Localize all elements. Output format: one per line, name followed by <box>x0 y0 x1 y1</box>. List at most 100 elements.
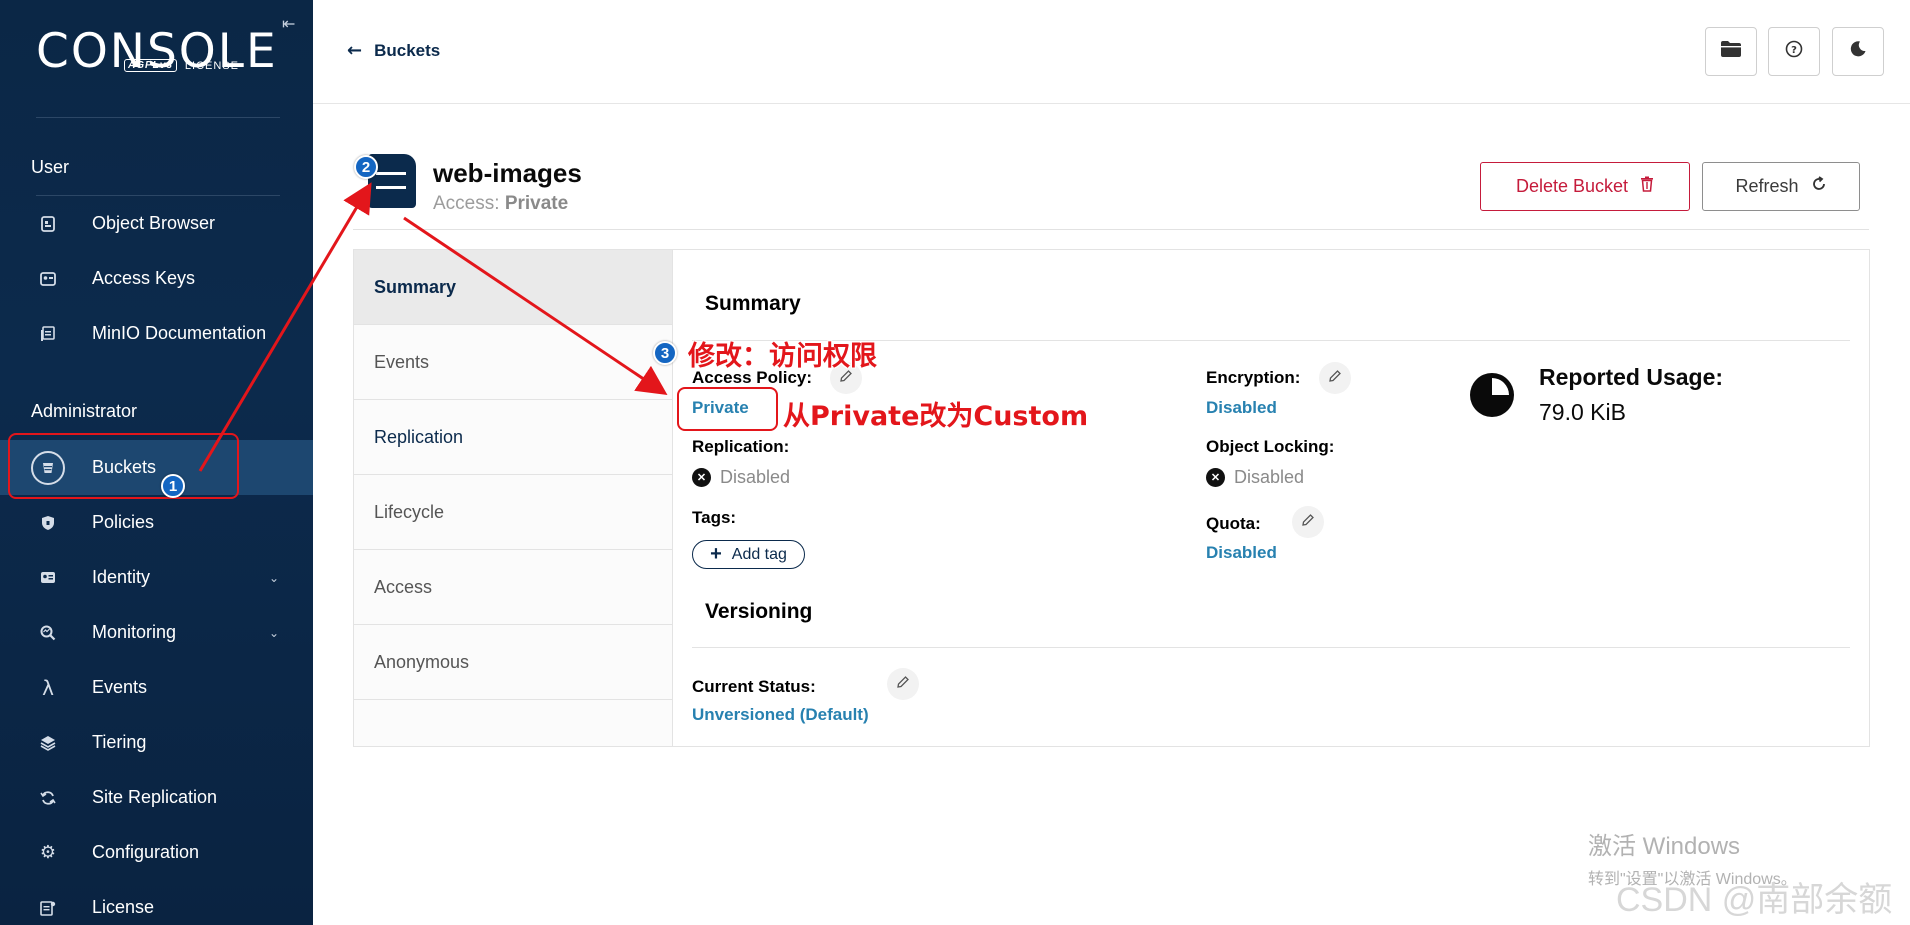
quota-label: Quota: <box>1206 514 1261 533</box>
dark-mode-button[interactable] <box>1832 27 1884 76</box>
pencil-icon <box>1328 369 1342 388</box>
annotation-note-modify: 修改：访问权限 <box>688 341 877 372</box>
gear-icon: ⚙ <box>39 842 57 863</box>
pencil-icon <box>896 675 910 694</box>
agpl-badge: AGPLv3 <box>124 59 177 72</box>
refresh-icon <box>1811 176 1827 197</box>
shield-icon <box>31 506 65 540</box>
bucket-access-value: Private <box>504 193 569 214</box>
sidebar-item-monitoring[interactable]: Monitoring ⌄ <box>0 605 313 660</box>
sidebar-item-label: Configuration <box>92 842 200 862</box>
close-circle-icon: ✕ <box>1206 468 1225 487</box>
edit-encryption-button[interactable] <box>1319 362 1351 394</box>
annotation-box-buckets <box>8 433 239 499</box>
reported-usage-value: 79.0 KiB <box>1539 399 1626 425</box>
refresh-button[interactable]: Refresh <box>1702 162 1860 211</box>
documentation-icon <box>31 317 65 351</box>
tab-replication[interactable]: Replication <box>354 400 672 475</box>
replication-value: Disabled <box>720 467 791 487</box>
monitoring-icon <box>31 616 65 650</box>
summary-heading: Summary <box>705 292 801 315</box>
add-tag-button[interactable]: + Add tag <box>692 540 805 569</box>
annotation-box-private <box>677 387 778 431</box>
section-user: User <box>31 157 70 177</box>
sidebar-item-license[interactable]: License <box>0 880 313 925</box>
pencil-icon <box>1301 513 1315 532</box>
folder-button[interactable] <box>1705 27 1757 76</box>
tab-anonymous[interactable]: Anonymous <box>354 625 672 700</box>
top-bar: ← Buckets ? <box>313 0 1910 104</box>
tags-label: Tags: <box>692 508 737 527</box>
bucket-name: web-images <box>433 158 582 188</box>
object-browser-icon <box>31 207 65 241</box>
arrow-left-icon: ← <box>347 40 363 61</box>
object-locking-label: Object Locking: <box>1206 437 1335 456</box>
collapse-left-icon[interactable]: ⇤ <box>282 14 295 34</box>
back-label: Buckets <box>374 40 441 60</box>
help-button[interactable]: ? <box>1768 27 1820 76</box>
tab-access[interactable]: Access <box>354 550 672 625</box>
close-circle-icon: ✕ <box>692 468 711 487</box>
sidebar-item-documentation[interactable]: MinIO Documentation <box>0 306 313 361</box>
versioning-status-value[interactable]: Unversioned (Default) <box>692 705 869 725</box>
bucket-access-label: Access: <box>433 193 500 214</box>
plus-icon: + <box>710 543 722 565</box>
quota-value[interactable]: Disabled <box>1206 543 1277 563</box>
object-locking-status: ✕ Disabled <box>1206 467 1304 488</box>
chevron-down-icon[interactable]: ⌄ <box>269 626 279 640</box>
sidebar-item-events[interactable]: λ Events <box>0 660 313 715</box>
help-icon: ? <box>1785 40 1803 63</box>
csdn-watermark: CSDN @南部余额 <box>1616 881 1893 919</box>
edit-quota-button[interactable] <box>1292 506 1324 538</box>
tab-lifecycle[interactable]: Lifecycle <box>354 475 672 550</box>
sidebar-item-site-replication[interactable]: Site Replication <box>0 770 313 825</box>
watermark-line1: 激活 Windows <box>1588 833 1741 860</box>
back-to-buckets-link[interactable]: ← Buckets <box>347 40 440 61</box>
access-keys-icon <box>31 262 65 296</box>
versioning-heading: Versioning <box>705 600 813 623</box>
tab-events[interactable]: Events <box>354 325 672 400</box>
identity-icon <box>31 561 65 595</box>
sidebar-item-label: Identity <box>92 567 151 587</box>
usage-pie-icon <box>1469 372 1515 423</box>
annotation-badge-2: 2 <box>354 155 378 179</box>
tiering-icon <box>31 726 65 760</box>
sidebar-item-label: Monitoring <box>92 622 177 642</box>
edit-versioning-button[interactable] <box>887 668 919 700</box>
object-locking-value: Disabled <box>1234 467 1305 487</box>
sidebar-item-label: Object Browser <box>92 213 216 233</box>
delete-bucket-label: Delete Bucket <box>1515 176 1629 196</box>
sidebar-item-object-browser[interactable]: Object Browser <box>0 196 313 251</box>
sidebar-item-identity[interactable]: Identity ⌄ <box>0 550 313 605</box>
refresh-label: Refresh <box>1735 176 1799 196</box>
replication-icon <box>31 781 65 815</box>
lambda-icon: λ <box>42 675 54 700</box>
sidebar-item-label: Policies <box>92 512 155 532</box>
encryption-label: Encryption: <box>1206 368 1301 387</box>
sidebar-item-label: Access Keys <box>92 268 196 288</box>
versioning-divider <box>692 647 1850 648</box>
sidebar-item-policies[interactable]: Policies <box>0 495 313 550</box>
annotation-badge-3: 3 <box>653 341 677 365</box>
replication-label: Replication: <box>692 437 790 456</box>
header-divider <box>353 229 1869 230</box>
add-tag-label: Add tag <box>731 545 787 563</box>
chevron-down-icon[interactable]: ⌄ <box>269 571 279 585</box>
sidebar-item-configuration[interactable]: ⚙ Configuration <box>0 825 313 880</box>
bucket-details-panel: Summary Events Replication Lifecycle Acc… <box>353 249 1870 747</box>
encryption-value[interactable]: Disabled <box>1206 398 1277 418</box>
sidebar-item-tiering[interactable]: Tiering <box>0 715 313 770</box>
annotation-note-change: 从Private改为Custom <box>783 401 1089 432</box>
sidebar-item-label: License <box>92 897 155 917</box>
tab-summary[interactable]: Summary <box>354 250 672 325</box>
delete-bucket-button[interactable]: Delete Bucket <box>1480 162 1690 211</box>
license-icon <box>31 891 65 925</box>
folder-icon <box>1720 40 1742 63</box>
sidebar-divider <box>36 117 280 118</box>
dark-mode-icon <box>1849 40 1867 63</box>
bucket-access: Access: Private <box>433 193 568 215</box>
annotation-badge-1: 1 <box>161 474 185 498</box>
reported-usage-label: Reported Usage: <box>1539 364 1724 390</box>
logo-license: AGPLv3 LICENSE <box>124 59 239 72</box>
sidebar-item-access-keys[interactable]: Access Keys <box>0 251 313 306</box>
